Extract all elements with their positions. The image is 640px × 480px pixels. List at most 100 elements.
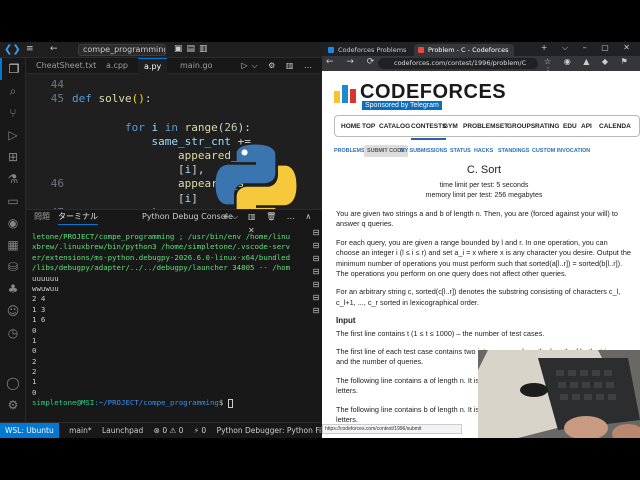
line-number: 44 [50,78,64,91]
vscode-window: ❮❯ ≡ ← compe_programming [WS... ▣▤▥ ❐ ⌕ … [0,42,322,438]
timeline-icon[interactable]: ◷ [0,322,26,344]
tab-a-py[interactable]: a.py [138,58,168,74]
tab-problems[interactable]: 問題 [34,210,50,224]
tab-main-go[interactable]: main.go [174,58,219,74]
codeforces-logo[interactable]: CODEFORCES Sponsored by Telegram [334,79,506,111]
submenu-standings[interactable]: STANDINGS [498,145,529,157]
debugger-status[interactable]: Python Debugger: Python File (compe [217,426,322,435]
webcam-overlay [478,350,640,438]
testing-icon[interactable]: ⚗ [0,168,26,190]
code-line: def solve(): [72,92,152,106]
terminal-prompt: simpletone@MSI:~/PROJECT/compe_programmi… [32,398,314,408]
tab-cheatsheet[interactable]: CheatSheet.txt [30,58,102,74]
submenu-custom-invocation[interactable]: CUSTOM INVOCATION [532,145,590,157]
new-terminal-button[interactable]: + [222,210,229,224]
tab-label: a.cpp [106,61,128,70]
terminal-list-icons[interactable]: ⊟ ⊟ ⊟ ⊟ ⊟ ⊟ ⊟ [310,226,322,317]
terminal-output[interactable]: letone/PROJECT/compe_programming ; /usr/… [32,232,314,409]
terminal-line: 0 [32,387,37,397]
statement-paragraph: For an arbitrary string c, sorted(c[l..r… [336,287,621,307]
browser-tab[interactable]: Codeforces Problems [324,44,410,56]
explorer-icon[interactable]: ❐ [0,58,26,80]
terminal-line: letone/PROJECT/compe_programming ; /usr/… [32,232,291,241]
terminal-line: 1 [32,335,37,345]
vscode-titlebar: ❮❯ ≡ ← compe_programming [WS... ▣▤▥ [0,42,322,58]
copilot-icon[interactable]: ☺ [0,300,26,322]
browser-tab-label: Problem - C - Codeforces [428,46,509,54]
terminal-line: er/extensions/ms-python.debugpy-2026.6.0… [32,252,291,262]
github-icon[interactable]: ◉ [0,212,26,234]
browser-tab-label: Codeforces Problems [338,46,407,54]
terminal-line: 2 [32,356,37,366]
tab-label: CheatSheet.txt [36,61,97,70]
submenu-my-submissions[interactable]: MY SUBMISSIONS [400,145,447,157]
input-heading: Input [336,316,356,326]
search-icon[interactable]: ⌕ [0,80,26,102]
back-arrow-icon[interactable]: ← [50,44,58,54]
terminal-line: uuuuuu [32,273,59,283]
terminal-line: 1 6 [32,315,46,325]
contest-submenu: PROBLEMS SUBMIT CODE MY SUBMISSIONS STATUS H… [334,145,640,157]
window-controls-icons[interactable]: + ⌵ – ▢ ✕ [541,43,636,53]
tab-a-cpp[interactable]: a.cpp [100,58,134,74]
python-icon[interactable]: ♣ [0,278,26,300]
code-line: for i in range(26): [124,120,251,134]
input-line: The first line contains t (1 ≤ t ≤ 1000)… [336,328,545,338]
terminal-line: /libs/debugpy/adapter/../../debugpy/laun… [32,263,291,273]
submenu-status[interactable]: STATUS [450,145,471,157]
terminal-line: 2 [32,367,37,377]
ports-count[interactable]: ⚡ 0 [194,426,206,435]
time-limit: time limit per test: 5 seconds [439,182,529,189]
source-control-icon[interactable]: ⑂ [0,102,26,124]
terminal-dropdown-icon[interactable]: ⌵ [232,210,238,224]
menu-item-home[interactable]: HOME [341,116,361,138]
remote-indicator[interactable]: WSL: Ubuntu [0,423,59,438]
code-line: [i] [72,191,198,205]
problems-count[interactable]: ⊗ 0 ⚠ 0 [154,426,184,435]
statement-paragraph: For each query, you are given a range bo… [336,237,631,279]
menu-icon[interactable]: ≡ [26,44,34,54]
code-line: [i], [72,163,205,177]
docker-icon[interactable]: ▦ [0,234,26,256]
terminal-line: 0 [32,346,37,356]
activity-bar: ❐ ⌕ ⑂ ▷ ⊞ ⚗ ▭ ◉ ▦ ⛁ ♣ ☺ ◷ ◯ ⚙ [0,58,26,422]
remote-explorer-icon[interactable]: ▭ [0,190,26,212]
line-number: 45 [50,92,64,106]
nav-buttons: ← [50,44,68,54]
tab-terminal[interactable]: ターミナル [58,210,98,225]
debug-console-selector[interactable]: Python Debug Console [142,210,233,224]
command-center-search[interactable]: compe_programming [WS... [78,44,166,56]
settings-gear-icon[interactable]: ⚙ [0,394,26,416]
menu-item-edu[interactable]: EDU [563,116,577,138]
vscode-statusbar: WSL: Ubuntu main* Launchpad ⊗ 0 ⚠ 0 ⚡ 0 … [0,422,322,438]
browser-tabstrip: Codeforces Problems Problem - C - Codefo… [322,42,640,56]
browser-nav-icons[interactable]: ← → ⟳ [326,57,379,67]
menu-item-calenda[interactable]: CALENDA [599,116,631,138]
menu-item-gym[interactable]: GYM [443,116,458,138]
launchpad-item[interactable]: Launchpad [102,426,143,435]
layout-toggle-icons[interactable]: ▣▤▥ [174,44,212,54]
terminal-line: 2 4 [32,294,46,304]
submenu-problems[interactable]: PROBLEMS [334,145,365,157]
menu-item-catalog[interactable]: CATALOG [379,116,410,138]
extensions-icon[interactable]: ⊞ [0,146,26,168]
menu-item-groups[interactable]: GROUPS [507,116,535,138]
database-icon[interactable]: ⛁ [0,256,26,278]
menu-item-top[interactable]: TOP [362,116,375,138]
editor-actions-icons[interactable]: ▷⌵ ⚙ ▥ … [241,58,316,74]
terminal-line: wwuwuu [32,283,59,293]
problem-title: C. Sort [466,164,502,176]
account-icon[interactable]: ◯ [0,372,26,394]
menu-item-rating[interactable]: RATING [535,116,559,138]
submenu-hacks[interactable]: HACKS [474,145,493,157]
link-status-bar: https://codeforces.com/contest/1996/subm… [322,424,462,434]
run-debug-icon[interactable]: ▷ [0,124,26,146]
tab-label: a.py [144,62,162,71]
browser-tab-active[interactable]: Problem - C - Codeforces [414,44,514,56]
menu-item-contests[interactable]: CONTESTS [411,116,447,140]
line-number: 46 [50,177,64,191]
git-branch[interactable]: main* [69,426,92,435]
menu-item-api[interactable]: API [581,116,592,138]
menu-item-problemset[interactable]: PROBLEMSET [463,116,508,138]
address-bar[interactable]: codeforces.com/contest/1996/problem/C [378,58,538,69]
